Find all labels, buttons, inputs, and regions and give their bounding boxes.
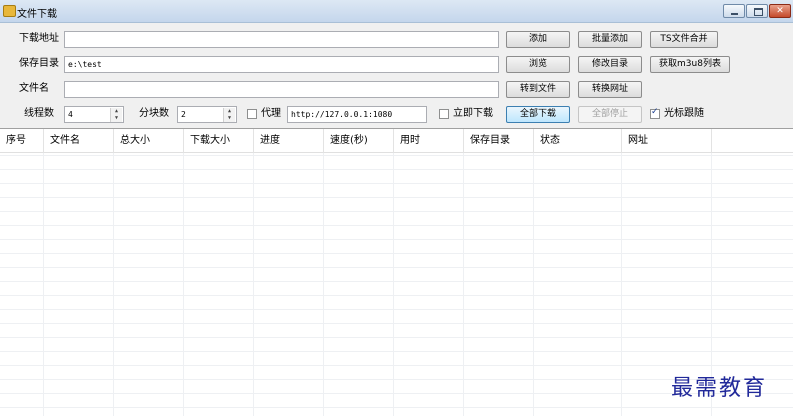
col-header-save-dir[interactable]: 保存目录 (464, 129, 534, 153)
minimize-button[interactable] (723, 4, 745, 18)
col-header-total-size[interactable]: 总大小 (114, 129, 184, 153)
col-header-speed[interactable]: 速度(秒) (324, 129, 394, 153)
col-header-file-name[interactable]: 文件名 (44, 129, 114, 153)
app-icon (3, 5, 16, 17)
watermark: 最需教育 (671, 376, 768, 401)
maximize-icon (754, 8, 763, 16)
change-dir-button[interactable]: 修改目录 (578, 56, 642, 73)
chunks-label: 分块数 (139, 108, 169, 119)
spin-up-icon[interactable]: ▲ (224, 108, 235, 115)
url-label: 下载地址 (19, 33, 59, 44)
close-icon: ✕ (776, 6, 784, 16)
proxy-input[interactable]: http://127.0.0.1:1080 (287, 106, 427, 123)
stop-all-button[interactable]: 全部停止 (578, 106, 642, 123)
threads-label: 线程数 (24, 108, 54, 119)
spin-down-icon[interactable]: ▼ (224, 115, 235, 122)
go-to-file-button[interactable]: 转到文件 (506, 81, 570, 98)
title-bar: 文件下载 ✕ (0, 0, 793, 23)
col-line (184, 129, 254, 416)
browse-button[interactable]: 浏览 (506, 56, 570, 73)
col-line (464, 129, 534, 416)
threads-spin-buttons[interactable]: ▲ ▼ (110, 108, 122, 122)
chunks-spinner[interactable]: 2 ▲ ▼ (177, 106, 237, 123)
col-line (0, 129, 44, 416)
col-line (324, 129, 394, 416)
col-line (44, 129, 114, 416)
batch-add-button[interactable]: 批量添加 (578, 31, 642, 48)
cursor-follow-checkbox[interactable] (650, 107, 660, 119)
col-header-elapsed[interactable]: 用时 (394, 129, 464, 153)
col-line (394, 129, 464, 416)
download-all-button[interactable]: 全部下载 (506, 106, 570, 123)
col-header-status[interactable]: 状态 (534, 129, 622, 153)
close-button[interactable]: ✕ (769, 4, 791, 18)
col-line (254, 129, 324, 416)
proxy-label: 代理 (261, 108, 281, 119)
col-header-url[interactable]: 网址 (622, 129, 712, 153)
threads-spinner[interactable]: 4 ▲ ▼ (64, 106, 124, 123)
spin-down-icon[interactable]: ▼ (111, 115, 122, 122)
list-header: 序号 文件名 总大小 下载大小 进度 速度(秒) 用时 保存目录 状态 网址 (0, 129, 793, 153)
minimize-icon (731, 13, 738, 15)
proxy-checkbox[interactable] (247, 109, 257, 119)
chunks-value: 2 (181, 110, 186, 119)
col-header-downloaded-size[interactable]: 下载大小 (184, 129, 254, 153)
window-title: 文件下载 (17, 9, 57, 20)
maximize-button[interactable] (746, 4, 768, 18)
file-name-input[interactable] (64, 81, 499, 98)
chunks-spin-buttons[interactable]: ▲ ▼ (223, 108, 235, 122)
col-line (114, 129, 184, 416)
col-line (534, 129, 622, 416)
convert-url-button[interactable]: 转换网址 (578, 81, 642, 98)
save-dir-input[interactable]: e:\test (64, 56, 499, 73)
get-m3u8-button[interactable]: 获取m3u8列表 (650, 56, 730, 73)
immediate-download-label: 立即下载 (453, 108, 493, 119)
file-name-label: 文件名 (19, 83, 49, 94)
cursor-follow-label: 光标跟随 (664, 108, 704, 119)
col-header-progress[interactable]: 进度 (254, 129, 324, 153)
add-button[interactable]: 添加 (506, 31, 570, 48)
col-header-index[interactable]: 序号 (0, 129, 44, 153)
immediate-download-checkbox[interactable] (439, 109, 449, 119)
threads-value: 4 (68, 110, 73, 119)
ts-merge-button[interactable]: TS文件合并 (650, 31, 718, 48)
url-input[interactable] (64, 31, 499, 48)
save-dir-label: 保存目录 (19, 58, 59, 69)
spin-up-icon[interactable]: ▲ (111, 108, 122, 115)
